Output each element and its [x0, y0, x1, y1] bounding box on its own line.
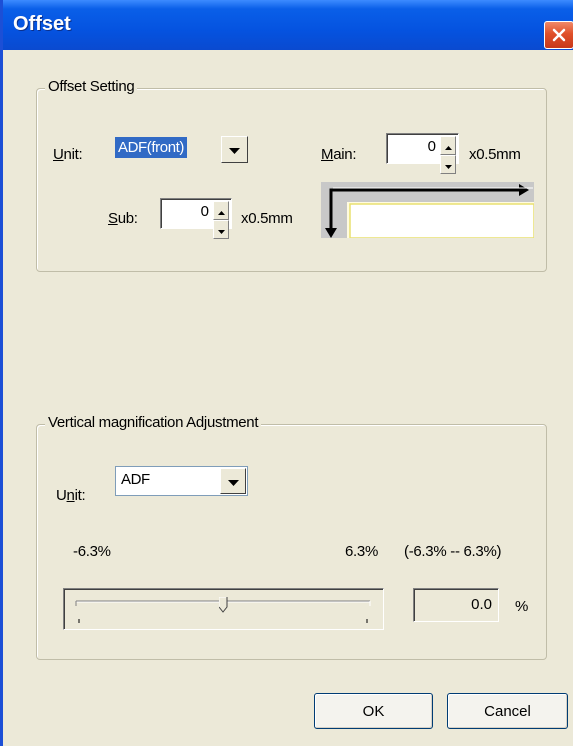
- offset-dialog: Offset Offset Setting Unit: ADF(front) M…: [0, 0, 573, 746]
- chevron-down-icon: [227, 473, 239, 490]
- sub-offset-up-button[interactable]: [213, 201, 229, 220]
- main-offset-down-button[interactable]: [440, 155, 456, 174]
- magnification-value: 0.0: [471, 596, 492, 613]
- main-label: Main:: [321, 146, 357, 163]
- vertical-magnification-title: Vertical magnification Adjustment: [45, 414, 262, 431]
- sub-label: Sub:: [108, 210, 138, 227]
- sub-offset-down-button[interactable]: [213, 220, 229, 239]
- arrow-down-icon: [217, 221, 225, 238]
- arrow-down-icon: [444, 156, 452, 173]
- offset-unit-label: Unit:: [53, 146, 83, 163]
- main-offset-spinner[interactable]: 0: [386, 133, 459, 174]
- vm-unit-value: ADF: [121, 471, 150, 488]
- main-offset-up-button[interactable]: [440, 136, 456, 155]
- main-offset-arrows: [440, 136, 456, 174]
- sub-offset-spinner[interactable]: 0: [160, 198, 232, 239]
- chevron-down-icon: [229, 141, 240, 158]
- vm-unit-dropdown-button[interactable]: [220, 468, 246, 494]
- offset-preview-image: [321, 182, 535, 239]
- cancel-button[interactable]: Cancel: [447, 693, 568, 729]
- slider-max-label: 6.3%: [345, 543, 378, 560]
- magnification-slider[interactable]: [63, 588, 384, 630]
- main-offset-value: 0: [427, 138, 436, 155]
- magnification-value-field[interactable]: 0.0: [413, 588, 499, 622]
- title-bar[interactable]: Offset: [3, 0, 573, 50]
- sub-offset-value: 0: [200, 203, 209, 220]
- dialog-title: Offset: [13, 13, 71, 35]
- slider-range-label: (-6.3% -- 6.3%): [404, 543, 502, 560]
- vm-unit-label: Unit:: [56, 487, 86, 504]
- slider-min-label: -6.3%: [73, 543, 111, 560]
- sub-unit-label: x0.5mm: [241, 210, 293, 227]
- offset-unit-select[interactable]: ADF(front): [115, 136, 248, 163]
- sub-offset-arrows: [213, 201, 229, 239]
- close-button[interactable]: [544, 21, 573, 49]
- offset-unit-dropdown-button[interactable]: [221, 136, 248, 163]
- main-unit-label: x0.5mm: [469, 146, 521, 163]
- percent-sign: %: [515, 598, 529, 615]
- slider-thumb[interactable]: [218, 596, 228, 613]
- close-icon: [552, 28, 566, 42]
- ok-button[interactable]: OK: [314, 693, 433, 729]
- offset-setting-group: Offset Setting: [36, 78, 547, 272]
- vm-unit-select[interactable]: ADF: [115, 466, 248, 496]
- arrow-up-icon: [444, 137, 452, 154]
- arrow-up-icon: [217, 202, 225, 219]
- offset-unit-value: ADF(front): [115, 137, 188, 158]
- offset-setting-title: Offset Setting: [45, 78, 138, 95]
